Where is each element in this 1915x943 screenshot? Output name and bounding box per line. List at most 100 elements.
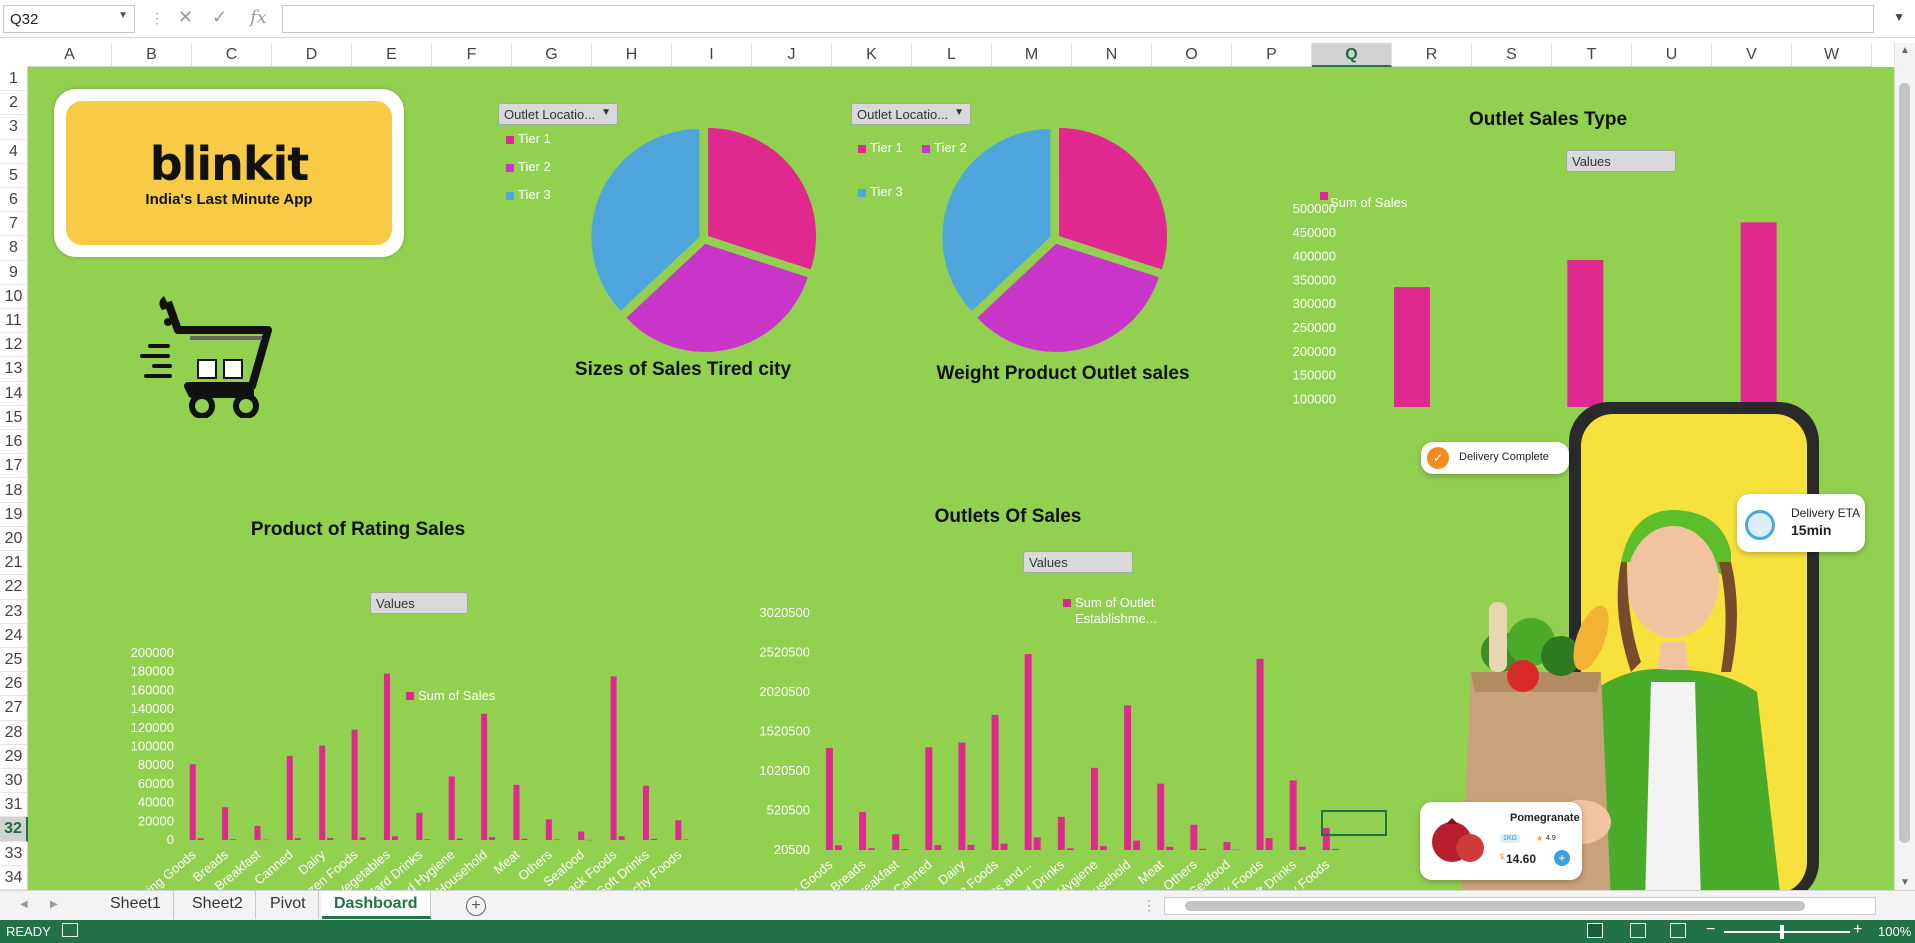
bar-soft-drinks-s1[interactable] <box>642 785 649 840</box>
row-header-32[interactable]: 32 <box>0 817 28 842</box>
bar-breakfast-s2[interactable] <box>262 839 269 841</box>
bar-fruits-and-vegetables-s1[interactable] <box>383 673 390 840</box>
bar-hard-drinks-s2[interactable] <box>1066 848 1074 850</box>
bar-household-s1[interactable] <box>481 713 488 840</box>
outlets-of-sales-chart[interactable]: 3020500 2520500 2020500 1520500 1020500 52050… <box>668 527 1368 890</box>
column-header-s[interactable]: S <box>1472 43 1552 67</box>
column-header-i[interactable]: I <box>672 43 752 67</box>
bar-breakfast-s1[interactable] <box>892 834 900 850</box>
bar-seafood-s1[interactable] <box>578 831 585 840</box>
column-header-b[interactable]: B <box>112 43 192 67</box>
row-header-14[interactable]: 14 <box>0 381 28 406</box>
bar-fruits-and--s1[interactable] <box>1024 654 1032 850</box>
page-layout-view-icon[interactable] <box>1630 923 1646 938</box>
column-header-d[interactable]: D <box>272 43 352 67</box>
add-sheet-icon[interactable]: + <box>466 896 486 916</box>
tab-sheet1[interactable]: Sheet1 <box>98 891 174 919</box>
column-header-v[interactable]: V <box>1712 43 1792 67</box>
bar-meat-s2[interactable] <box>521 838 528 840</box>
row-header-30[interactable]: 30 <box>0 768 28 794</box>
tab-split-handle-icon[interactable]: ⋮ <box>1142 897 1156 914</box>
bar-dairy-s2[interactable] <box>967 844 975 850</box>
bar-fruits-and--s2[interactable] <box>1033 837 1041 850</box>
macro-record-icon[interactable] <box>62 923 78 937</box>
bar-canned-s1[interactable] <box>925 747 933 850</box>
column-header-p[interactable]: P <box>1232 43 1312 67</box>
product-rating-chart[interactable]: 2000001800001600001400001200001000008000… <box>88 567 688 890</box>
row-header-17[interactable]: 17 <box>0 454 28 479</box>
row-header-27[interactable]: 27 <box>0 696 28 721</box>
row-header-2[interactable]: 2 <box>0 91 28 116</box>
bar-tier-1-s1[interactable] <box>1394 287 1430 407</box>
bar-snack-foods-s2[interactable] <box>1265 838 1273 850</box>
bar-dairy-s1[interactable] <box>319 745 326 840</box>
column-header-u[interactable]: U <box>1632 43 1712 67</box>
bar-canned-s2[interactable] <box>294 838 301 840</box>
bar-meat-s1[interactable] <box>1157 783 1165 850</box>
row-header-11[interactable]: 11 <box>0 309 28 334</box>
column-header-q[interactable]: Q <box>1312 43 1392 67</box>
pie2-chart[interactable] <box>935 119 1175 359</box>
row-header-25[interactable]: 25 <box>0 647 28 673</box>
pie-slice-tier-1[interactable] <box>708 128 817 270</box>
row-header-5[interactable]: 5 <box>0 163 28 189</box>
row-header-8[interactable]: 8 <box>0 236 28 261</box>
column-header-l[interactable]: L <box>912 43 992 67</box>
row-header-19[interactable]: 19 <box>0 502 28 527</box>
row-header-9[interactable]: 9 <box>0 260 28 285</box>
bar-baking-goods-s1[interactable] <box>189 764 196 840</box>
bar-health-and-hygiene-s1[interactable] <box>1090 767 1098 850</box>
bar-hard-drinks-s1[interactable] <box>1057 816 1065 850</box>
pie-slice-tier-1[interactable] <box>1059 128 1168 270</box>
tab-dashboard[interactable]: Dashboard <box>322 891 431 919</box>
normal-view-icon[interactable] <box>1587 923 1603 938</box>
bar-soft-drinks-s2[interactable] <box>1298 846 1306 850</box>
bar-health-and-hygiene-s1[interactable] <box>448 776 455 840</box>
bar-hard-drinks-s1[interactable] <box>416 812 423 840</box>
insert-function-icon[interactable]: fx <box>250 7 267 28</box>
column-header-e[interactable]: E <box>352 43 432 67</box>
row-header-34[interactable]: 34 <box>0 865 28 890</box>
bar-seafood-s2[interactable] <box>1232 849 1240 851</box>
zoom-in-icon[interactable]: + <box>1853 921 1862 939</box>
column-header-g[interactable]: G <box>512 43 592 67</box>
bar-tier-2-s1[interactable] <box>1567 259 1604 407</box>
bar-frozen-foods-s2[interactable] <box>359 837 366 840</box>
bar-snack-foods-s2[interactable] <box>618 836 625 840</box>
row-header-7[interactable]: 7 <box>0 212 28 237</box>
column-header-m[interactable]: M <box>992 43 1072 67</box>
bar-snack-foods-s1[interactable] <box>1256 658 1264 850</box>
shopping-cart-icon[interactable] <box>134 290 274 418</box>
row-header-21[interactable]: 21 <box>0 551 28 576</box>
bar-soft-drinks-s1[interactable] <box>1289 780 1297 850</box>
row-header-16[interactable]: 16 <box>0 430 28 455</box>
column-header-h[interactable]: H <box>592 43 672 67</box>
bar-fruits-and-vegetables-s2[interactable] <box>391 836 398 840</box>
bar-soft-drinks-s2[interactable] <box>650 838 657 840</box>
row-header-13[interactable]: 13 <box>0 357 28 382</box>
bar-seafood-s1[interactable] <box>1223 842 1231 850</box>
row-header-1[interactable]: 1 <box>0 67 28 92</box>
bar-household-s2[interactable] <box>489 837 496 840</box>
zoom-level[interactable]: 100% <box>1878 924 1911 939</box>
row-header-31[interactable]: 31 <box>0 793 28 818</box>
add-to-cart-icon[interactable]: + <box>1554 850 1570 866</box>
outlet-sales-type-chart[interactable]: 5000004500004000003500003000002500002000… <box>1258 127 1858 407</box>
row-header-26[interactable]: 26 <box>0 672 28 697</box>
bar-breads-s2[interactable] <box>230 839 237 840</box>
bar-tier-3-s1[interactable] <box>1740 222 1777 407</box>
prev-sheet-icon[interactable]: ◀ <box>20 899 28 910</box>
column-header-o[interactable]: O <box>1152 43 1232 67</box>
column-header-w[interactable]: W <box>1792 43 1872 67</box>
bar-starchy-foods-s2[interactable] <box>1331 848 1339 850</box>
bar-baking-goods-s2[interactable] <box>834 845 842 850</box>
bar-frozen-foods-s2[interactable] <box>1000 843 1008 850</box>
enter-icon[interactable]: ✓ <box>212 7 227 28</box>
bar-breakfast-s1[interactable] <box>254 825 261 840</box>
bar-frozen-foods-s1[interactable] <box>351 729 358 840</box>
bar-breakfast-s2[interactable] <box>901 849 909 850</box>
scroll-down-icon[interactable]: ▼ <box>1900 877 1910 888</box>
scroll-up-icon[interactable]: ▲ <box>1900 45 1910 56</box>
bar-baking-goods-s2[interactable] <box>197 838 204 840</box>
bar-seafood-s2[interactable] <box>586 839 593 841</box>
